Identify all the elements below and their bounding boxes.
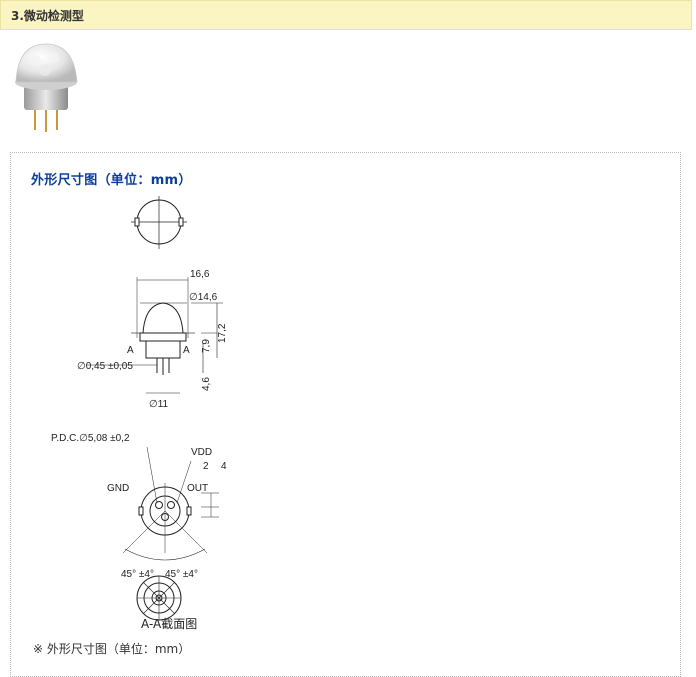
vdd-label: VDD	[191, 447, 212, 458]
sensor-photo	[15, 43, 78, 132]
dim-phi-14-6: ∅14,6	[189, 292, 218, 303]
section-header-title: 3.微动检测型	[11, 9, 84, 23]
section-caption: A-A截面图	[141, 617, 198, 631]
dim-7-9: 7,9	[201, 339, 212, 353]
angle-right: 45° ±4°	[165, 569, 198, 580]
dim-phi-11: ∅11	[149, 399, 169, 410]
section-mark-right: A	[183, 345, 190, 356]
dim-pin-diameter: ∅0,45 ±0,05	[77, 361, 133, 372]
out-label: OUT	[187, 483, 208, 494]
section-view	[136, 575, 182, 621]
gnd-label: GND	[107, 483, 129, 494]
dimension-panel: 外形尺寸图（单位：mm） 16,6 ∅14,6 17,2 7,9 4,6 ∅11…	[10, 152, 681, 677]
section-header: 3.微动检测型	[0, 0, 692, 30]
dim-16-6: 16,6	[190, 269, 210, 280]
dim-4: 4	[221, 461, 227, 472]
pcd-label: P.D.C.∅5,08 ±0,2	[51, 433, 130, 444]
dim-17-2: 17,2	[217, 323, 228, 343]
angle-left: 45° ±4°	[121, 569, 154, 580]
panel-title: 外形尺寸图（单位：mm）	[31, 173, 192, 188]
footnote: ※ 外形尺寸图（单位：mm）	[33, 642, 191, 656]
dim-4-6: 4,6	[201, 377, 212, 391]
dim-2: 2	[203, 461, 209, 472]
section-mark-left: A	[127, 345, 134, 356]
top-view	[131, 196, 187, 249]
dimension-drawing: 16,6 ∅14,6 17,2 7,9 4,6 ∅11 ∅0,45 ±0,05 …	[51, 196, 228, 621]
